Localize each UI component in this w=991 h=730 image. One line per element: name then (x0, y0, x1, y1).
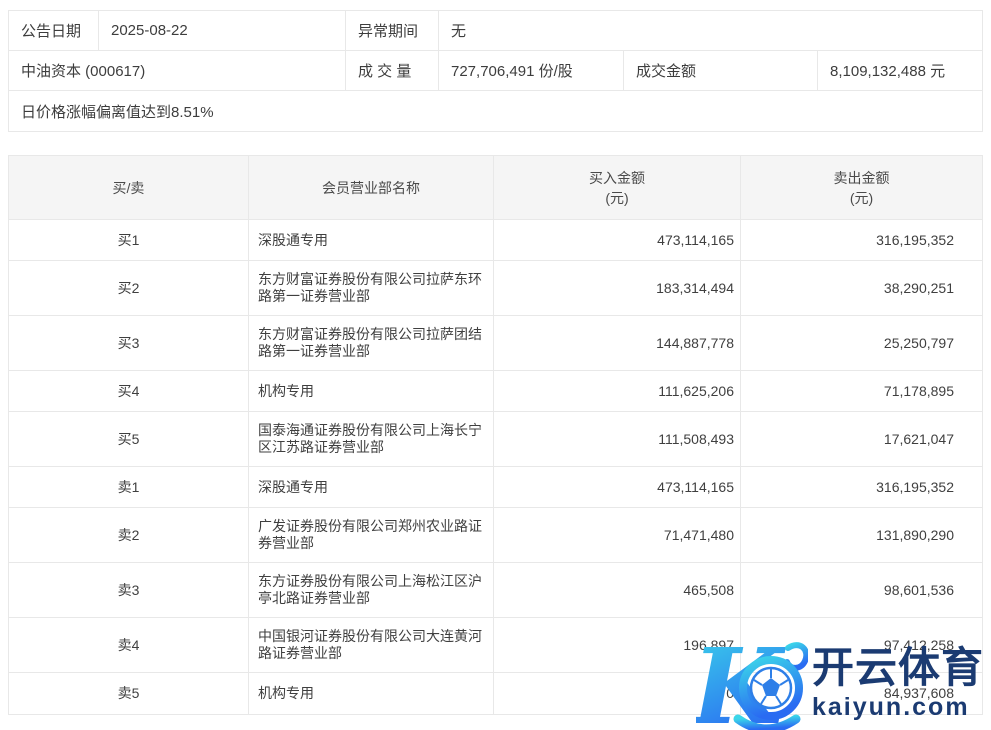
row-buy-amount: 71,471,480 (494, 508, 741, 562)
row-sell-amount: 97,412,258 (741, 618, 982, 672)
table-header: 买/卖 会员营业部名称 买入金额 (元) 卖出金额 (元) (9, 156, 982, 220)
row-sell-amount: 316,195,352 (741, 467, 982, 507)
row-buy-amount: 111,625,206 (494, 371, 741, 411)
header-buy-amount-label: 买入金额 (589, 168, 645, 188)
turnover-label: 成交金额 (624, 51, 818, 90)
table-row: 买4 机构专用 111,625,206 71,178,895 (9, 371, 982, 412)
header-buy-sell-label: 买/卖 (113, 178, 145, 198)
row-side-rank: 买5 (9, 412, 249, 466)
row-broker-name: 机构专用 (249, 673, 494, 714)
row-sell-amount: 17,621,047 (741, 412, 982, 466)
trading-table: 买/卖 会员营业部名称 买入金额 (元) 卖出金额 (元) 买1 深股通专用 4… (8, 155, 983, 715)
row-broker-name: 广发证券股份有限公司郑州农业路证券营业部 (249, 508, 494, 562)
table-row: 卖3 东方证券股份有限公司上海松江区沪亭北路证券营业部 465,508 98,6… (9, 563, 982, 618)
row-buy-amount: 473,114,165 (494, 467, 741, 507)
row-sell-amount: 71,178,895 (741, 371, 982, 411)
row-sell-amount: 38,290,251 (741, 261, 982, 315)
row-side-rank: 买1 (9, 220, 249, 260)
abnormal-period-label: 异常期间 (346, 11, 439, 50)
row-broker-name: 东方财富证券股份有限公司拉萨团结路第一证券营业部 (249, 316, 494, 370)
row-side-rank: 买4 (9, 371, 249, 411)
table-body: 买1 深股通专用 473,114,165 316,195,352 买2 东方财富… (9, 220, 982, 714)
table-row: 卖2 广发证券股份有限公司郑州农业路证券营业部 71,471,480 131,8… (9, 508, 982, 563)
row-broker-name: 深股通专用 (249, 467, 494, 507)
table-row: 卖4 中国银河证券股份有限公司大连黄河路证券营业部 196,897 97,412… (9, 618, 982, 673)
row-buy-amount: 473,114,165 (494, 220, 741, 260)
abnormal-period-value: 无 (439, 11, 982, 50)
summary-table: 公告日期 2025-08-22 异常期间 无 中油资本 (000617) 成 交… (8, 10, 983, 132)
table-row: 买5 国泰海通证券股份有限公司上海长宁区江苏路证券营业部 111,508,493… (9, 412, 982, 467)
volume-label: 成 交 量 (346, 51, 439, 90)
header-sell-amount-unit: (元) (850, 188, 873, 208)
row-broker-name: 机构专用 (249, 371, 494, 411)
row-side-rank: 卖3 (9, 563, 249, 617)
table-row: 卖5 机构专用 0 84,937,608 (9, 673, 982, 714)
header-broker-label: 会员营业部名称 (322, 178, 420, 198)
header-sell-amount: 卖出金额 (元) (741, 156, 982, 219)
row-side-rank: 买2 (9, 261, 249, 315)
row-buy-amount: 144,887,778 (494, 316, 741, 370)
row-buy-amount: 111,508,493 (494, 412, 741, 466)
table-row: 买2 东方财富证券股份有限公司拉萨东环路第一证券营业部 183,314,494 … (9, 261, 982, 316)
row-side-rank: 卖1 (9, 467, 249, 507)
table-row: 买1 深股通专用 473,114,165 316,195,352 (9, 220, 982, 261)
row-buy-amount: 183,314,494 (494, 261, 741, 315)
row-broker-name: 东方财富证券股份有限公司拉萨东环路第一证券营业部 (249, 261, 494, 315)
announce-date-label: 公告日期 (9, 11, 99, 50)
header-buy-amount: 买入金额 (元) (494, 156, 741, 219)
row-broker-name: 深股通专用 (249, 220, 494, 260)
row-buy-amount: 196,897 (494, 618, 741, 672)
summary-row-1: 公告日期 2025-08-22 异常期间 无 (9, 11, 982, 51)
row-sell-amount: 98,601,536 (741, 563, 982, 617)
row-side-rank: 卖5 (9, 673, 249, 714)
row-side-rank: 买3 (9, 316, 249, 370)
row-broker-name: 国泰海通证券股份有限公司上海长宁区江苏路证券营业部 (249, 412, 494, 466)
row-broker-name: 中国银河证券股份有限公司大连黄河路证券营业部 (249, 618, 494, 672)
row-buy-amount: 0 (494, 673, 741, 714)
summary-row-2: 中油资本 (000617) 成 交 量 727,706,491 份/股 成交金额… (9, 51, 982, 91)
table-row: 卖1 深股通专用 473,114,165 316,195,352 (9, 467, 982, 508)
table-row: 买3 东方财富证券股份有限公司拉萨团结路第一证券营业部 144,887,778 … (9, 316, 982, 371)
volume-value: 727,706,491 份/股 (439, 51, 624, 90)
row-broker-name: 东方证券股份有限公司上海松江区沪亭北路证券营业部 (249, 563, 494, 617)
turnover-value: 8,109,132,488 元 (818, 51, 982, 90)
row-sell-amount: 316,195,352 (741, 220, 982, 260)
row-sell-amount: 25,250,797 (741, 316, 982, 370)
row-sell-amount: 131,890,290 (741, 508, 982, 562)
row-buy-amount: 465,508 (494, 563, 741, 617)
announce-date-value: 2025-08-22 (99, 11, 346, 50)
row-sell-amount: 84,937,608 (741, 673, 982, 714)
header-broker-name: 会员营业部名称 (249, 156, 494, 219)
header-sell-amount-label: 卖出金额 (834, 168, 890, 188)
row-side-rank: 卖4 (9, 618, 249, 672)
row-side-rank: 卖2 (9, 508, 249, 562)
header-buy-amount-unit: (元) (605, 188, 628, 208)
deviation-note: 日价格涨幅偏离值达到8.51% (9, 91, 982, 131)
summary-row-3: 日价格涨幅偏离值达到8.51% (9, 91, 982, 131)
stock-name: 中油资本 (000617) (9, 51, 346, 90)
header-buy-sell: 买/卖 (9, 156, 249, 219)
